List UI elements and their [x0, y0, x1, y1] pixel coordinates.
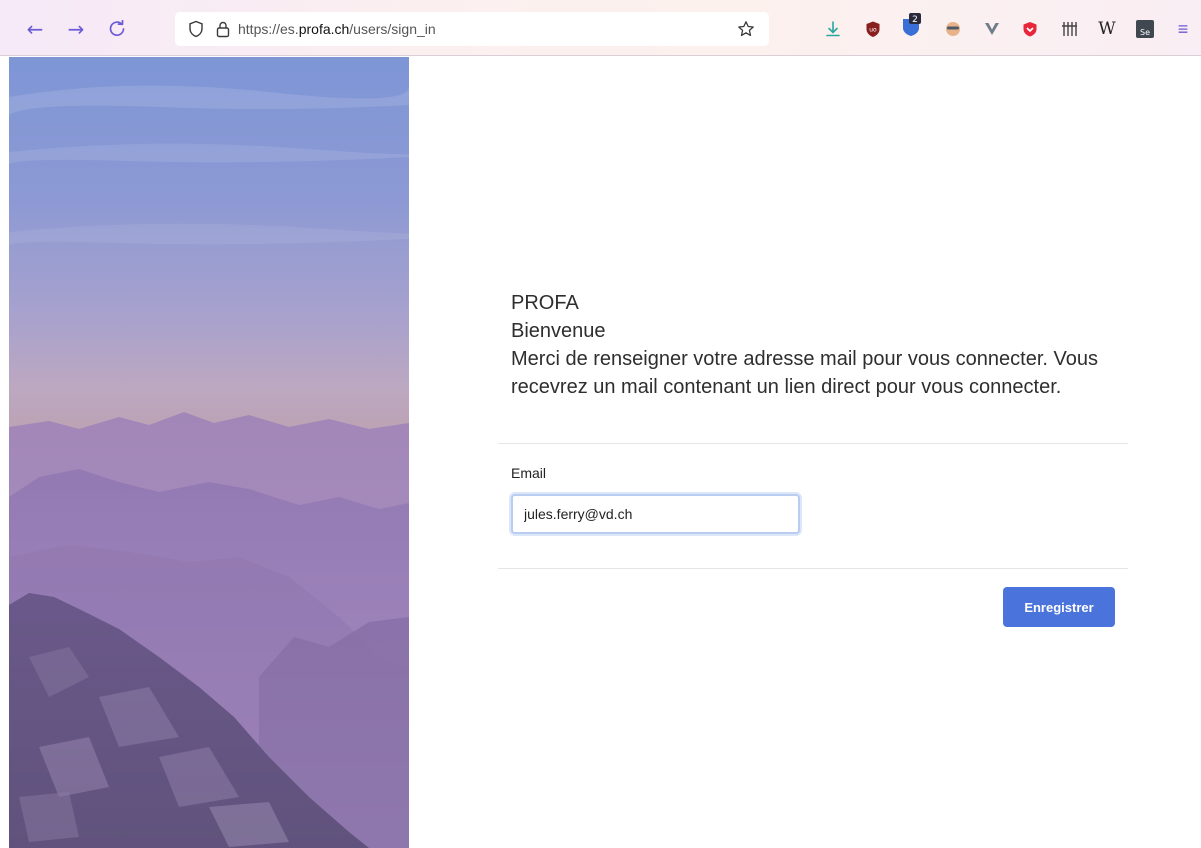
wikipedia-extension-icon[interactable]: W [1096, 18, 1118, 40]
downloads-icon[interactable] [822, 18, 844, 40]
v-extension-icon[interactable] [981, 18, 1003, 40]
se-label: Se [1140, 28, 1150, 37]
hamburger-menu-icon: ≡ [1177, 19, 1189, 39]
se-badge: Se [1136, 20, 1154, 38]
face-extension-icon[interactable] [942, 18, 964, 40]
vpn-extension-icon[interactable]: 2 [900, 13, 922, 36]
url-prefix: https://es. [238, 21, 299, 37]
app-menu-button[interactable]: ≡ [1172, 18, 1194, 40]
url-text[interactable]: https://es.profa.ch/users/sign_in [238, 21, 436, 37]
address-bar[interactable]: https://es.profa.ch/users/sign_in [175, 12, 769, 46]
forward-arrow-icon: → [67, 17, 85, 41]
sign-in-heading: PROFA Bienvenue Merci de renseigner votr… [511, 289, 1111, 401]
lock-icon[interactable] [212, 18, 234, 40]
mountain-background-image [9, 57, 409, 848]
url-host: profa.ch [298, 21, 350, 37]
divider-bottom [498, 568, 1128, 569]
red-shield-extension-icon[interactable] [1019, 18, 1041, 40]
shield-icon[interactable] [185, 18, 207, 40]
back-button[interactable]: ← [21, 16, 49, 42]
reload-button[interactable] [103, 16, 131, 42]
instructions-text: Merci de renseigner votre adresse mail p… [511, 348, 1098, 398]
svg-text:uo: uo [869, 27, 877, 34]
save-button[interactable]: Enregistrer [1003, 587, 1115, 627]
divider-top [498, 443, 1128, 444]
grid-extension-icon[interactable] [1058, 18, 1080, 40]
org-name: PROFA [511, 292, 579, 314]
email-label: Email [511, 465, 547, 481]
w-label: W [1098, 18, 1116, 39]
forward-button[interactable]: → [62, 16, 90, 42]
welcome-text: Bienvenue [511, 320, 606, 342]
ublock-shield-icon[interactable]: uo [862, 18, 884, 40]
url-path: /users/sign_in [349, 21, 436, 37]
reload-icon [109, 20, 125, 36]
extension-badge: 2 [912, 15, 918, 25]
bookmark-star-icon[interactable] [735, 18, 757, 40]
browser-toolbar: ← → https://es.profa.ch/users/sign_in uo… [0, 0, 1201, 56]
back-arrow-icon: ← [26, 17, 44, 41]
email-field[interactable] [511, 494, 800, 534]
se-extension-icon[interactable]: Se [1134, 18, 1156, 40]
